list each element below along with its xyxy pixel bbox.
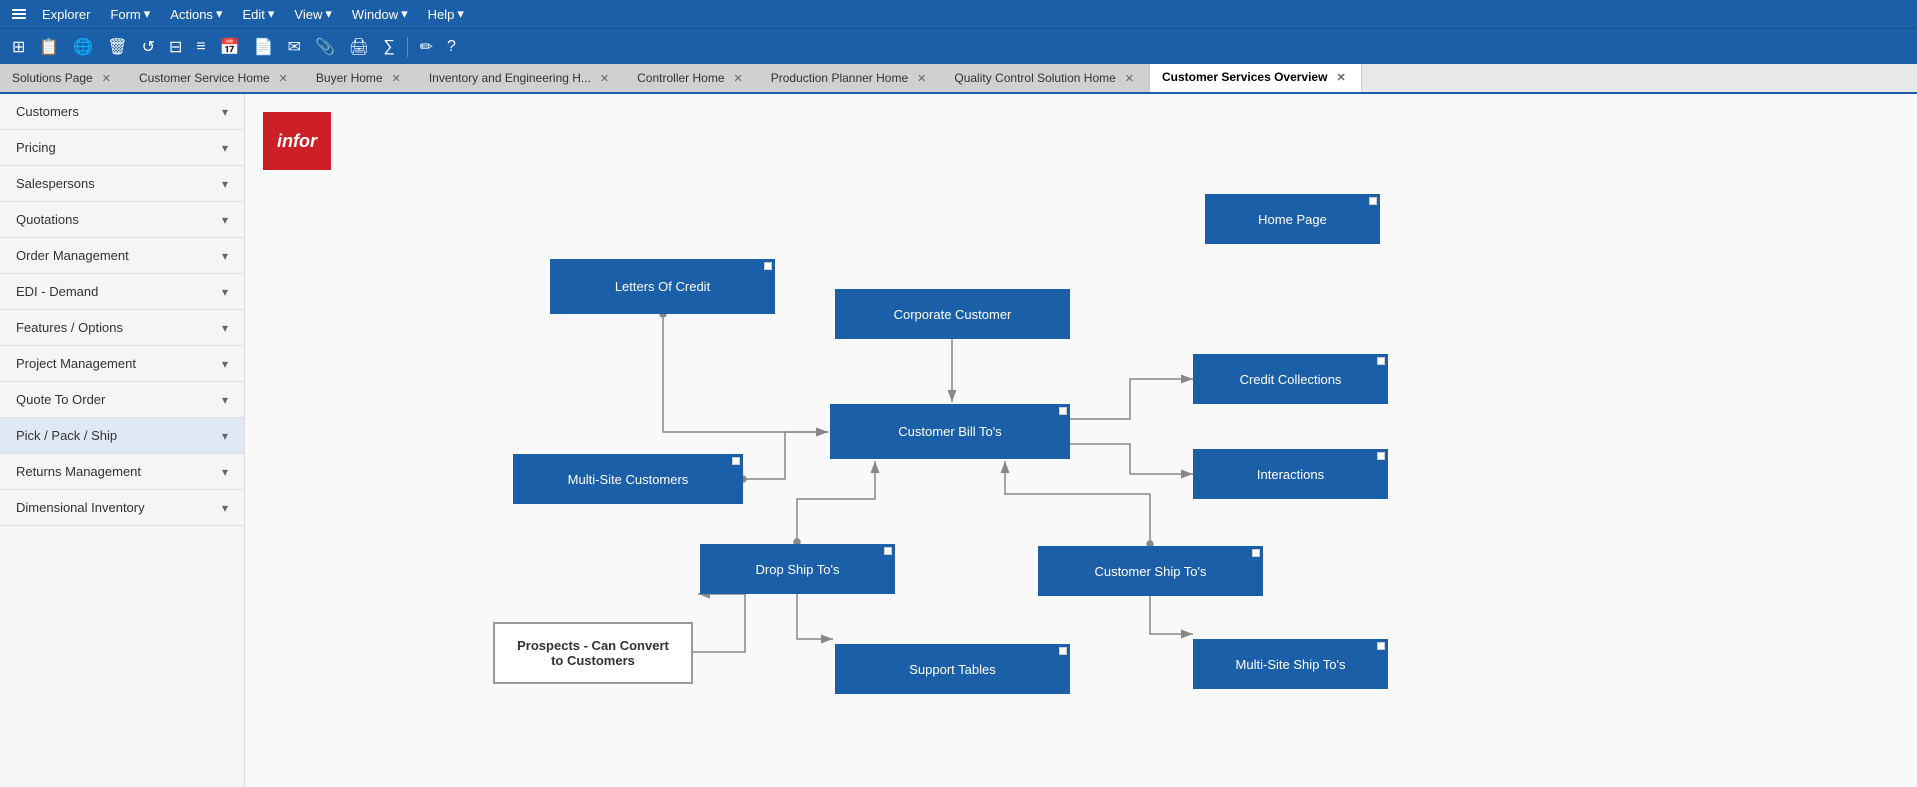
- node-letters-of-credit[interactable]: Letters Of Credit: [550, 259, 775, 314]
- corner-dot-home-page: [1369, 197, 1377, 205]
- toolbar-globe[interactable]: 🌐: [69, 35, 97, 59]
- toolbar-print[interactable]: 🖨: [345, 35, 373, 59]
- tab-production-planner[interactable]: Production Planner Home ✕: [759, 64, 943, 92]
- menu-help[interactable]: Help ▾: [420, 4, 472, 24]
- node-home-page[interactable]: Home Page: [1205, 194, 1380, 244]
- sidebar-item-returns-management[interactable]: Returns Management ▾: [0, 454, 244, 490]
- toolbar-formula[interactable]: ∑: [379, 36, 398, 58]
- toolbar-delete[interactable]: 🗑: [103, 35, 131, 59]
- node-support-tables[interactable]: Support Tables: [835, 644, 1070, 694]
- chevron-salespersons: ▾: [222, 177, 228, 191]
- toolbar-list[interactable]: ≡: [192, 36, 209, 58]
- toolbar-help[interactable]: ?: [443, 36, 460, 58]
- sidebar-item-salespersons[interactable]: Salespersons ▾: [0, 166, 244, 202]
- chevron-edi-demand: ▾: [222, 285, 228, 299]
- corner-dot-multi-ship: [1377, 642, 1385, 650]
- toolbar-filter[interactable]: ⊟: [165, 35, 186, 59]
- main-layout: Customers ▾ Pricing ▾ Salespersons ▾ Quo…: [0, 94, 1917, 787]
- sidebar-item-pick-pack-ship[interactable]: Pick / Pack / Ship ▾: [0, 418, 244, 454]
- corner-dot-bill-tos: [1059, 407, 1067, 415]
- tab-controller-home[interactable]: Controller Home ✕: [625, 64, 759, 92]
- toolbar: ⊞ 📋 🌐 🗑 ↺ ⊟ ≡ 📅 📄 ✉ 📎 🖨 ∑ ✏ ?: [0, 28, 1917, 64]
- chevron-customers: ▾: [222, 105, 228, 119]
- corner-dot-credit: [1377, 357, 1385, 365]
- sidebar-item-pricing[interactable]: Pricing ▾: [0, 130, 244, 166]
- sidebar-item-order-management[interactable]: Order Management ▾: [0, 238, 244, 274]
- chevron-dimensional-inventory: ▾: [222, 501, 228, 515]
- chevron-order-management: ▾: [222, 249, 228, 263]
- menu-bar: Explorer Form ▾ Actions ▾ Edit ▾ View ▾ …: [0, 0, 1917, 28]
- close-tab-ie[interactable]: ✕: [597, 71, 612, 86]
- node-prospects[interactable]: Prospects - Can Convert to Customers: [493, 622, 693, 684]
- toolbar-new[interactable]: ⊞: [8, 35, 29, 59]
- close-tab-solutions[interactable]: ✕: [99, 71, 114, 86]
- close-tab-qc[interactable]: ✕: [1122, 71, 1137, 86]
- sidebar-item-dimensional-inventory[interactable]: Dimensional Inventory ▾: [0, 490, 244, 526]
- toolbar-open[interactable]: 📋: [35, 35, 63, 59]
- toolbar-edit-pencil[interactable]: ✏: [416, 35, 437, 59]
- corner-dot-ship-tos: [1252, 549, 1260, 557]
- infor-logo: infor: [263, 112, 331, 170]
- chevron-pick-pack-ship: ▾: [222, 429, 228, 443]
- sidebar-item-edi-demand[interactable]: EDI - Demand ▾: [0, 274, 244, 310]
- corner-dot-support: [1059, 647, 1067, 655]
- toolbar-calendar[interactable]: 📅: [216, 35, 244, 59]
- node-multi-site-ship-tos[interactable]: Multi-Site Ship To's: [1193, 639, 1388, 689]
- sidebar: Customers ▾ Pricing ▾ Salespersons ▾ Quo…: [0, 94, 245, 787]
- node-interactions[interactable]: Interactions: [1193, 449, 1388, 499]
- menu-explorer[interactable]: Explorer: [34, 5, 98, 24]
- close-tab-production[interactable]: ✕: [914, 71, 929, 86]
- node-credit-collections[interactable]: Credit Collections: [1193, 354, 1388, 404]
- corner-dot-letters: [764, 262, 772, 270]
- toolbar-refresh[interactable]: ↺: [138, 35, 159, 59]
- node-multi-site-customers[interactable]: Multi-Site Customers: [513, 454, 743, 504]
- menu-edit[interactable]: Edit ▾: [234, 4, 282, 24]
- node-drop-ship-tos[interactable]: Drop Ship To's: [700, 544, 895, 594]
- chevron-pricing: ▾: [222, 141, 228, 155]
- close-tab-buyer[interactable]: ✕: [389, 71, 404, 86]
- close-tab-cso[interactable]: ✕: [1333, 70, 1348, 85]
- menu-view[interactable]: View ▾: [286, 4, 339, 24]
- tab-buyer-home[interactable]: Buyer Home ✕: [304, 64, 417, 92]
- tab-inventory-engineering[interactable]: Inventory and Engineering H... ✕: [417, 64, 625, 92]
- sidebar-item-customers[interactable]: Customers ▾: [0, 94, 244, 130]
- toolbar-sep-1: [407, 37, 408, 57]
- toolbar-attach[interactable]: 📎: [311, 35, 339, 59]
- chevron-returns-management: ▾: [222, 465, 228, 479]
- close-tab-controller[interactable]: ✕: [731, 71, 746, 86]
- tab-solutions-page[interactable]: Solutions Page ✕: [0, 64, 127, 92]
- chevron-features-options: ▾: [222, 321, 228, 335]
- node-corporate-customer[interactable]: Corporate Customer: [835, 289, 1070, 339]
- chevron-quotations: ▾: [222, 213, 228, 227]
- chevron-project-management: ▾: [222, 357, 228, 371]
- sidebar-item-quotations[interactable]: Quotations ▾: [0, 202, 244, 238]
- tab-customer-services-overview[interactable]: Customer Services Overview ✕: [1150, 64, 1362, 92]
- node-customer-bill-tos[interactable]: Customer Bill To's: [830, 404, 1070, 459]
- hamburger-menu[interactable]: [8, 7, 30, 21]
- content-area: infor: [245, 94, 1917, 787]
- tab-customer-service-home[interactable]: Customer Service Home ✕: [127, 64, 304, 92]
- corner-dot-drop-ship: [884, 547, 892, 555]
- tab-quality-control[interactable]: Quality Control Solution Home ✕: [942, 64, 1150, 92]
- close-tab-csh[interactable]: ✕: [276, 71, 291, 86]
- sidebar-item-features-options[interactable]: Features / Options ▾: [0, 310, 244, 346]
- chevron-quote-to-order: ▾: [222, 393, 228, 407]
- sidebar-item-project-management[interactable]: Project Management ▾: [0, 346, 244, 382]
- corner-dot-interactions: [1377, 452, 1385, 460]
- toolbar-copy[interactable]: 📄: [250, 35, 278, 59]
- toolbar-mail[interactable]: ✉: [284, 35, 305, 59]
- menu-window[interactable]: Window ▾: [344, 4, 416, 24]
- menu-actions[interactable]: Actions ▾: [162, 4, 230, 24]
- tabs-bar: Solutions Page ✕ Customer Service Home ✕…: [0, 64, 1917, 94]
- sidebar-item-quote-to-order[interactable]: Quote To Order ▾: [0, 382, 244, 418]
- menu-form[interactable]: Form ▾: [102, 4, 158, 24]
- node-customer-ship-tos[interactable]: Customer Ship To's: [1038, 546, 1263, 596]
- corner-dot-multi-site-cust: [732, 457, 740, 465]
